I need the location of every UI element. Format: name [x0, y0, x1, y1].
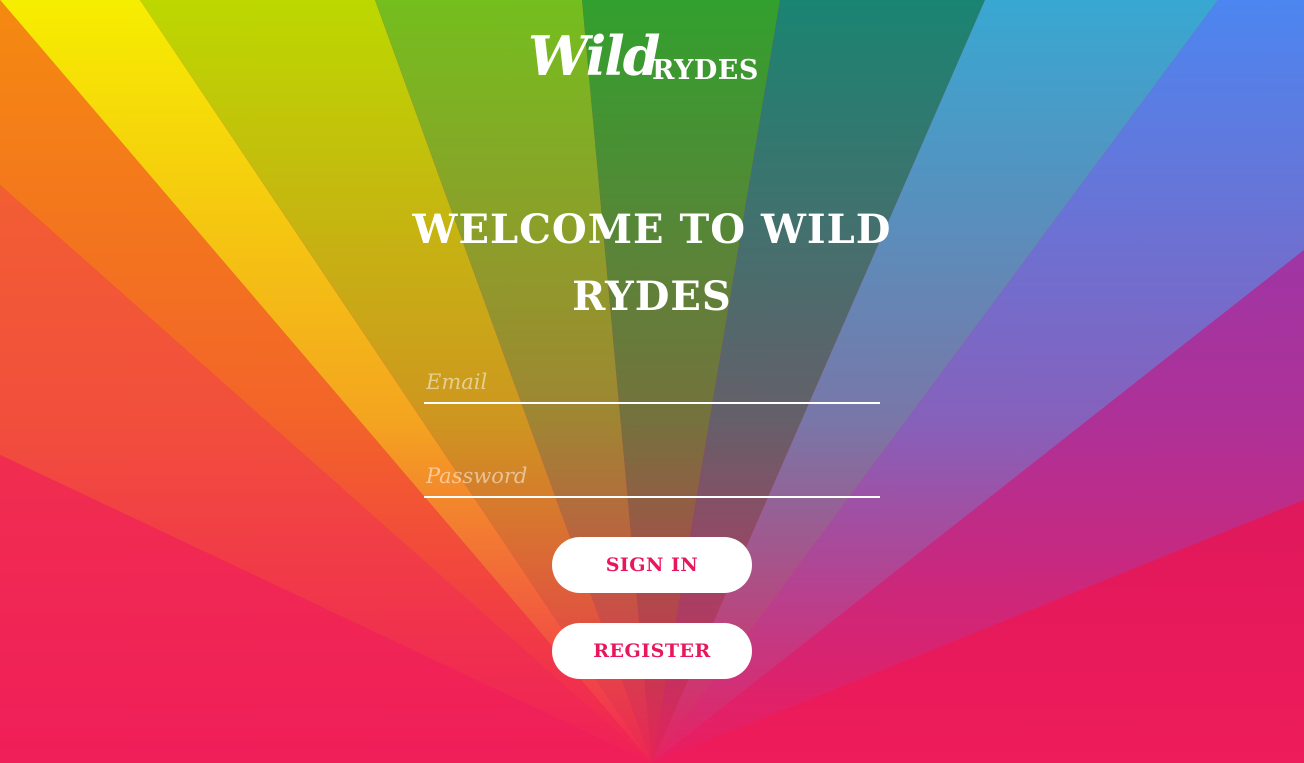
- page-title: WELCOME TO WILD RYDES: [412, 206, 892, 320]
- password-field[interactable]: [424, 458, 880, 498]
- login-page: Wild RYDES WELCOME TO WILD RYDES SIGN IN…: [0, 0, 1304, 763]
- logo-rydes-text: RYDES: [652, 55, 759, 86]
- logo-wild-text: Wild: [528, 24, 660, 88]
- wild-rydes-logo: Wild RYDES: [528, 24, 778, 92]
- sign-in-button[interactable]: SIGN IN: [552, 537, 752, 593]
- email-field[interactable]: [424, 364, 880, 404]
- register-button[interactable]: REGISTER: [552, 623, 752, 679]
